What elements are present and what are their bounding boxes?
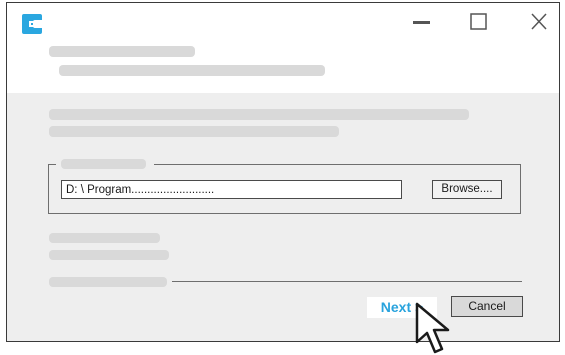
description-line-placeholder — [49, 126, 339, 137]
installer-window: Browse.... Next > Cancel — [6, 2, 560, 342]
install-path-input[interactable] — [61, 180, 402, 199]
maximize-icon[interactable] — [468, 11, 490, 33]
info-line-placeholder — [49, 250, 169, 260]
install-location-group: Browse.... — [48, 159, 521, 214]
dialog-body: Browse.... Next > Cancel — [7, 93, 559, 341]
description-line-placeholder — [49, 109, 469, 120]
info-line-placeholder — [49, 233, 160, 243]
footer-brand-placeholder — [49, 277, 167, 287]
group-legend — [56, 159, 154, 169]
browse-button[interactable]: Browse.... — [432, 180, 502, 199]
mouse-pointer-icon — [415, 302, 450, 354]
group-label-placeholder — [61, 159, 146, 169]
header-area — [7, 3, 559, 93]
header-subtitle-placeholder — [59, 65, 325, 76]
footer-divider — [172, 281, 522, 282]
header-title-placeholder — [49, 46, 195, 57]
app-logo-icon — [22, 14, 42, 34]
close-icon[interactable] — [528, 11, 550, 33]
minimize-icon[interactable] — [411, 11, 433, 33]
